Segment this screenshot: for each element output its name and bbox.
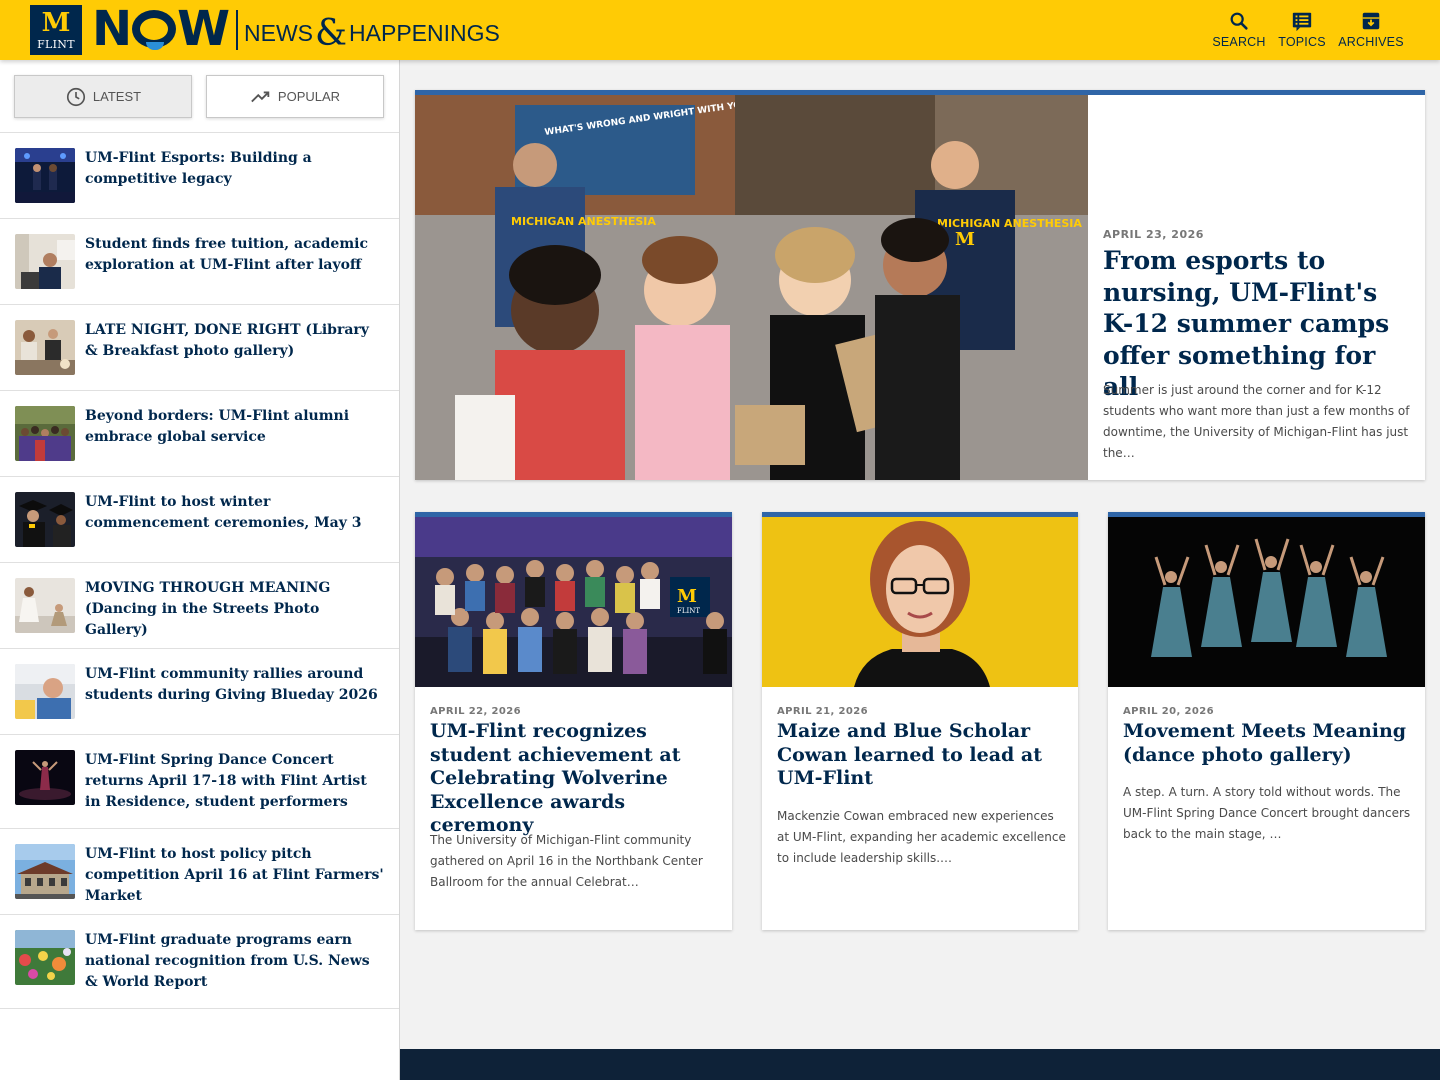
sidebar-article[interactable]: UM-Flint to host winter commencement cer… (0, 477, 399, 563)
story-card[interactable]: APRIL 20, 2026 Movement Meets Meaning (d… (1108, 512, 1425, 930)
article-title: UM-Flint to host winter commencement cer… (85, 494, 362, 531)
card-date: APRIL 22, 2026 (430, 706, 521, 717)
sidebar-article[interactable]: Beyond borders: UM-Flint alumni embrace … (0, 391, 399, 477)
card-banner-flint: FLINT (677, 607, 700, 615)
article-thumbnail (15, 406, 75, 461)
article-title: Beyond borders: UM-Flint alumni embrace … (85, 408, 350, 445)
card-photo (762, 517, 1078, 687)
article-thumbnail (15, 320, 75, 375)
sidebar-article[interactable]: UM-Flint to host policy pitch competitio… (0, 829, 399, 915)
article-thumbnail (15, 844, 75, 899)
topics-list-icon (1292, 12, 1312, 32)
card-photo: M FLINT (415, 517, 732, 687)
article-title: UM-Flint Esports: Building a competitive… (85, 150, 312, 187)
nav-archives[interactable]: ARCHIVES (1338, 10, 1404, 52)
card-summary: The University of Michigan-Flint communi… (430, 833, 703, 889)
photo-shirt-text: MICHIGAN ANESTHESIA (511, 215, 656, 228)
article-title: Student finds free tuition, academic exp… (85, 236, 368, 273)
archive-box-icon (1362, 12, 1380, 30)
um-flint-logo[interactable]: M FLINT (30, 5, 82, 55)
article-thumbnail (15, 148, 75, 203)
card-title[interactable]: UM-Flint recognizes student achievement … (430, 720, 722, 838)
featured-story[interactable]: WHAT'S WRONG AND WRIGHT WITH YOUR RESUME… (415, 90, 1425, 480)
tagline-happenings: HAPPENINGS (349, 20, 500, 46)
article-title: LATE NIGHT, DONE RIGHT (Library & Breakf… (85, 322, 369, 359)
story-card[interactable]: APRIL 21, 2026 Maize and Blue Scholar Co… (762, 512, 1078, 930)
now-wordmark[interactable]: NW (92, 1, 230, 57)
nav-search-label: SEARCH (1212, 35, 1266, 49)
card-banner-m: M (677, 586, 697, 607)
now-o-ring-icon (132, 10, 177, 50)
now-letter-n: N (92, 1, 132, 57)
article-thumbnail (15, 492, 75, 547)
featured-date: APRIL 23, 2026 (1103, 228, 1204, 241)
card-title[interactable]: Maize and Blue Scholar Cowan learned to … (777, 720, 1069, 791)
sidebar-article[interactable]: Student finds free tuition, academic exp… (0, 219, 399, 305)
article-thumbnail (15, 578, 75, 633)
card-date: APRIL 21, 2026 (777, 706, 868, 717)
tagline-ampersand: & (315, 13, 348, 54)
featured-photo: WHAT'S WRONG AND WRIGHT WITH YOUR RESUME… (415, 95, 1088, 480)
sidebar-article[interactable]: UM-Flint community rallies around studen… (0, 649, 399, 735)
article-title: MOVING THROUGH MEANING (Dancing in the S… (85, 580, 331, 638)
card-photo (1108, 517, 1425, 687)
article-title: UM-Flint to host policy pitch competitio… (85, 846, 384, 904)
logo-divider (236, 10, 238, 50)
article-title: UM-Flint community rallies around studen… (85, 666, 378, 703)
sidebar-article[interactable]: UM-Flint Esports: Building a competitive… (0, 133, 399, 219)
article-thumbnail (15, 930, 75, 985)
tab-latest-label: LATEST (92, 89, 142, 104)
tagline-news: NEWS (244, 20, 313, 46)
article-title: UM-Flint Spring Dance Concert returns Ap… (85, 752, 367, 810)
search-icon (1230, 12, 1248, 30)
logo-flint-text: FLINT (37, 38, 75, 51)
story-card[interactable]: M FLINT APRIL 22, 2026 UM-Flint recogniz… (415, 512, 732, 930)
article-title: UM-Flint graduate programs earn national… (85, 932, 370, 990)
article-thumbnail (15, 664, 75, 719)
sidebar: LATEST POPULAR UM-Flint Esports: Buildin… (0, 60, 400, 1080)
article-thumbnail (15, 750, 75, 805)
card-title[interactable]: Movement Meets Meaning (dance photo gall… (1123, 720, 1415, 767)
featured-summary: Summer is just around the corner and for… (1103, 383, 1410, 460)
sidebar-article[interactable]: LATE NIGHT, DONE RIGHT (Library & Breakf… (0, 305, 399, 391)
trending-up-icon (251, 91, 270, 102)
card-summary: Mackenzie Cowan embraced new experiences… (777, 809, 1066, 865)
tab-popular-label: POPULAR (277, 89, 341, 104)
photo-shirt-m: M (955, 229, 975, 250)
tab-latest[interactable]: LATEST (14, 75, 192, 118)
tab-popular[interactable]: POPULAR (206, 75, 384, 118)
nav-search[interactable]: SEARCH (1212, 10, 1266, 52)
sidebar-article[interactable]: UM-Flint Spring Dance Concert returns Ap… (0, 735, 399, 829)
nav-topics[interactable]: TOPICS (1278, 10, 1326, 52)
logo-m-letter: M (41, 8, 71, 38)
site-tagline: NEWS&HAPPENINGS (244, 14, 500, 52)
nav-topics-label: TOPICS (1278, 35, 1326, 49)
article-thumbnail (15, 234, 75, 289)
sidebar-article[interactable]: MOVING THROUGH MEANING (Dancing in the S… (0, 563, 399, 649)
sidebar-article[interactable]: UM-Flint graduate programs earn national… (0, 915, 399, 1009)
nav-archives-label: ARCHIVES (1338, 35, 1404, 49)
clock-icon (66, 87, 85, 106)
card-date: APRIL 20, 2026 (1123, 706, 1214, 717)
footer-bar (400, 1049, 1440, 1080)
site-header: M FLINT NW NEWS&HAPPENINGS SEARCH TOPICS… (0, 0, 1440, 60)
now-letter-w: W (177, 1, 230, 57)
card-summary: A step. A turn. A story told without wor… (1123, 785, 1411, 841)
